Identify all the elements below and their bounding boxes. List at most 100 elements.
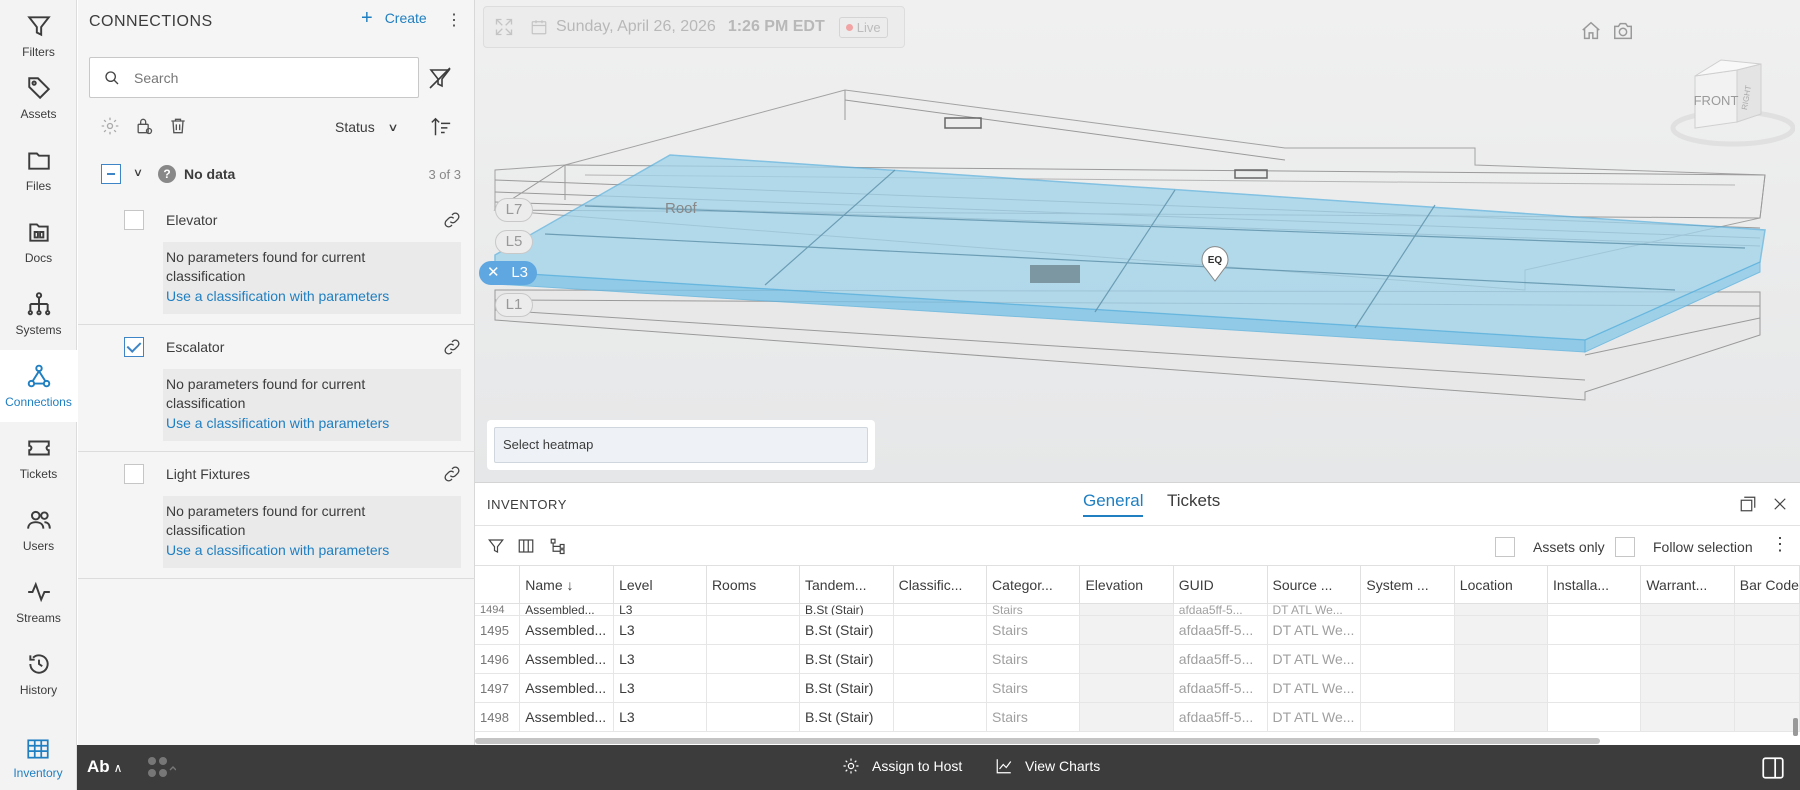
rail-item-connections[interactable]: Connections — [0, 350, 77, 422]
cell-name: Assembled... — [519, 644, 615, 674]
rail-item-docs[interactable]: Docs — [0, 206, 77, 278]
vertical-scrollbar[interactable] — [1793, 718, 1798, 736]
cell-elevation — [1079, 603, 1174, 616]
table-row[interactable]: 1494 Assembled... L3 B.St (Stair) Stairs… — [475, 603, 1800, 616]
close-icon[interactable]: ✕ — [487, 262, 500, 284]
rail-item-files[interactable]: Files — [0, 134, 77, 206]
create-button[interactable]: + Create — [361, 8, 427, 28]
columns-icon[interactable] — [517, 537, 535, 555]
rail-item-systems[interactable]: Systems — [0, 278, 77, 350]
settings-icon[interactable] — [100, 116, 120, 136]
cell-name: Assembled... — [519, 673, 615, 703]
header-tandem[interactable]: Tandem... — [799, 565, 894, 604]
calendar-icon[interactable] — [530, 18, 548, 36]
clear-filter-icon[interactable] — [428, 66, 452, 90]
header-level[interactable]: Level — [613, 565, 707, 604]
cell-elevation — [1079, 673, 1174, 703]
table-row[interactable]: 1496 Assembled... L3 B.St (Stair) Stairs… — [475, 644, 1800, 674]
assign-to-host-button[interactable]: Assign to Host — [842, 757, 962, 775]
rail-label: Tickets — [19, 467, 58, 481]
level-button-l1[interactable]: L1 — [495, 293, 533, 317]
use-classification-link[interactable]: Use a classification with parameters — [166, 542, 389, 558]
rail-item-history[interactable]: History — [0, 638, 77, 710]
filter-icon[interactable] — [487, 537, 505, 555]
link-icon[interactable] — [442, 337, 462, 357]
pin-label: EQ — [1208, 255, 1223, 266]
heatmap-select[interactable]: Select heatmap — [494, 427, 868, 463]
connection-checkbox[interactable] — [124, 210, 144, 230]
link-icon[interactable] — [442, 464, 462, 484]
group-select-checkbox[interactable] — [101, 164, 121, 184]
rail-item-streams[interactable]: Streams — [0, 566, 77, 638]
header-guid[interactable]: GUID — [1173, 565, 1268, 604]
text-style-toggle[interactable]: Ab ∧ — [87, 757, 122, 777]
connection-checkbox[interactable] — [124, 337, 144, 357]
rail-label: Streams — [16, 611, 61, 625]
connection-message: No parameters found for current classifi… — [166, 376, 366, 411]
panel-toggle-icon[interactable] — [1760, 755, 1786, 781]
more-options-icon[interactable]: ⋮ — [446, 10, 462, 30]
camera-icon[interactable] — [1612, 20, 1634, 42]
use-classification-link[interactable]: Use a classification with parameters — [166, 288, 389, 304]
close-icon[interactable] — [1771, 495, 1789, 513]
follow-selection-toggle[interactable]: Follow selection — [1615, 537, 1753, 557]
header-classification[interactable]: Classific... — [893, 565, 988, 604]
sort-icon[interactable] — [430, 116, 452, 138]
model-viewport[interactable]: Sunday, April 26, 2026 1:26 PM EDT Live … — [475, 0, 1800, 482]
level-button-l3[interactable]: ✕ L3 — [479, 261, 537, 285]
cell-installation — [1547, 644, 1642, 674]
assets-only-checkbox[interactable] — [1495, 537, 1515, 557]
horizontal-scrollbar[interactable] — [475, 738, 1600, 744]
more-options-icon[interactable]: ⋮ — [1771, 534, 1789, 555]
search-input[interactable] — [134, 69, 384, 86]
status-dropdown[interactable]: Status ∨ — [335, 119, 398, 135]
inventory-title: INVENTORY — [487, 497, 567, 512]
tab-general[interactable]: General — [1083, 491, 1144, 517]
popout-icon[interactable] — [1739, 495, 1757, 513]
follow-selection-checkbox[interactable] — [1615, 537, 1635, 557]
header-elevation[interactable]: Elevation — [1079, 565, 1174, 604]
cell-warranty — [1640, 644, 1735, 674]
dots-menu-icon[interactable] — [146, 755, 176, 781]
rail-item-users[interactable]: Users — [0, 494, 77, 566]
connection-checkbox[interactable] — [124, 464, 144, 484]
header-source[interactable]: Source ... — [1267, 565, 1362, 604]
rail-item-inventory[interactable]: Inventory — [0, 725, 77, 790]
rail-item-tickets[interactable]: Tickets — [0, 422, 77, 494]
header-name[interactable]: Name ↓ — [519, 565, 615, 604]
trash-icon[interactable] — [168, 116, 188, 136]
header-system[interactable]: System ... — [1360, 565, 1455, 604]
header-warranty[interactable]: Warrant... — [1640, 565, 1735, 604]
chevron-down-icon[interactable]: ∨ — [133, 166, 143, 179]
table-row[interactable]: 1498 Assembled... L3 B.St (Stair) Stairs… — [475, 702, 1800, 732]
live-badge[interactable]: Live — [838, 16, 888, 38]
header-installation[interactable]: Installa... — [1547, 565, 1642, 604]
panel-title: CONNECTIONS — [89, 13, 213, 30]
table-row[interactable]: 1497 Assembled... L3 B.St (Stair) Stairs… — [475, 673, 1800, 703]
header-category[interactable]: Categor... — [986, 565, 1081, 604]
view-charts-button[interactable]: View Charts — [995, 757, 1100, 775]
header-location[interactable]: Location — [1454, 565, 1549, 604]
cell-tandem: B.St (Stair) — [799, 673, 894, 703]
building-model[interactable] — [475, 0, 1800, 482]
assets-only-toggle[interactable]: Assets only — [1495, 537, 1605, 557]
lock-connect-icon[interactable] — [134, 116, 154, 136]
level-button-l7[interactable]: L7 — [495, 198, 533, 222]
link-icon[interactable] — [442, 210, 462, 230]
header-bar-code[interactable]: Bar Code — [1734, 565, 1800, 604]
connection-message-box: No parameters found for current classifi… — [163, 496, 461, 568]
home-icon[interactable] — [1580, 20, 1602, 42]
tab-tickets[interactable]: Tickets — [1167, 491, 1220, 515]
rail-item-assets[interactable]: Assets — [0, 62, 77, 134]
expand-icon[interactable] — [494, 17, 514, 37]
table-row[interactable]: 1495 Assembled... L3 B.St (Stair) Stairs… — [475, 615, 1800, 645]
question-icon: ? — [158, 165, 176, 183]
use-classification-link[interactable]: Use a classification with parameters — [166, 415, 389, 431]
hierarchy-icon[interactable] — [549, 537, 567, 555]
equipment-pin[interactable]: EQ — [1200, 245, 1230, 283]
level-button-l5[interactable]: L5 — [495, 230, 533, 254]
cell-category: Stairs — [986, 603, 1081, 616]
header-rooms[interactable]: Rooms — [706, 565, 801, 604]
group-label: No data — [184, 166, 236, 182]
view-cube[interactable]: FRONT RIGHT — [1665, 48, 1795, 158]
